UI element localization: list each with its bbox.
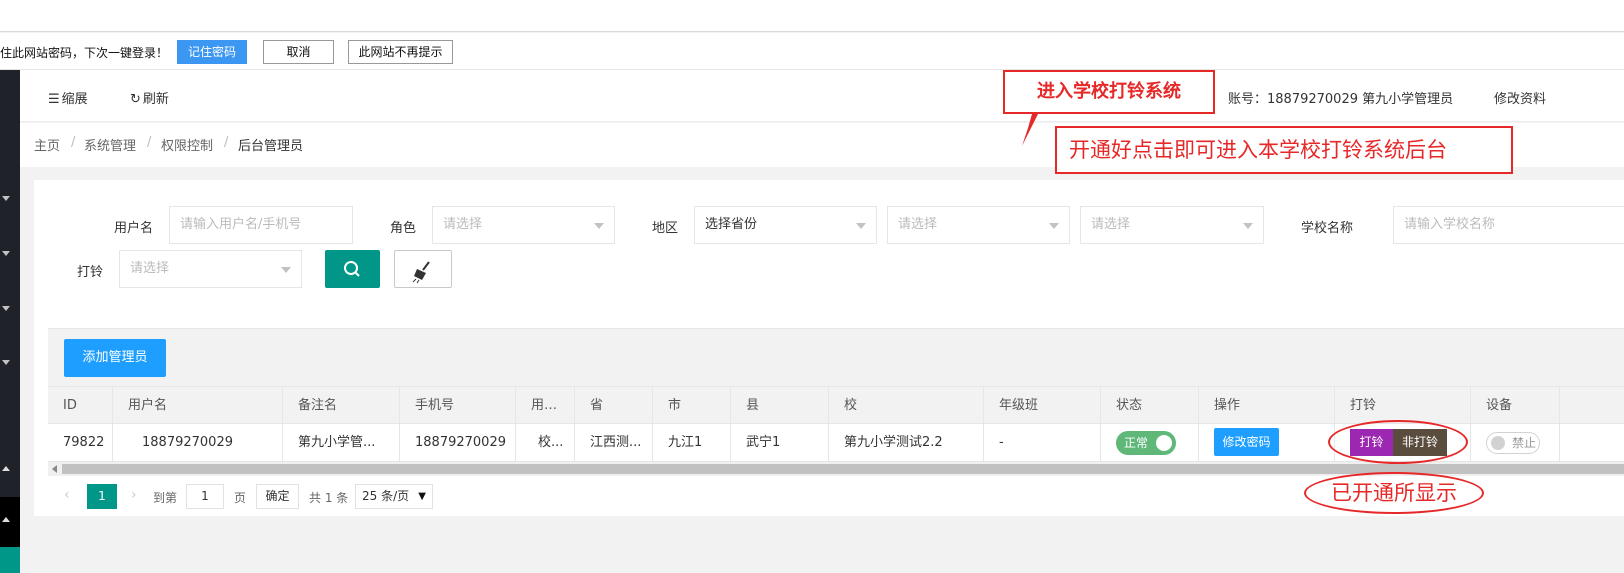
annotation-ring-circle [1328,420,1468,464]
switch-knob [1491,436,1505,450]
nav-collapse-icon [2,517,10,522]
cell-grade: - [984,424,1101,462]
nav-item-selected[interactable] [0,547,20,573]
chevron-down-icon [281,267,291,273]
status-switch[interactable]: 正常 [1116,431,1176,455]
school-label: 学校名称 [1301,221,1354,236]
search-button[interactable] [325,250,380,288]
collapse-toggle[interactable]: ☰ 缩展 [48,88,88,107]
col-header-role: 用… [516,387,575,425]
region-label: 地区 [652,221,679,236]
role-select[interactable]: 请选择 [432,206,615,244]
breadcrumb-current: 后台管理员 [238,139,304,154]
remember-password-button[interactable]: 记住密码 [177,40,247,64]
enter-ring-system-button[interactable]: 进入学校打铃系统 [1003,70,1215,114]
goto-confirm-button[interactable]: 确定 [256,484,299,509]
breadcrumb-system[interactable]: 系统管理 [84,135,136,154]
col-header-username: 用户名 [113,387,283,425]
total-count: 共 1 条 [309,491,349,505]
col-header-device: 设备 [1471,387,1560,425]
account-info: 账号：18879270029 第九小学管理员 [1228,92,1454,107]
cell-city: 九江1 [653,424,731,462]
password-save-bar: 住此网站密码，下次一键登录！ 记住密码 取消 此网站不再提示 [0,33,1624,70]
col-header-phone: 手机号 [400,387,516,425]
next-page-icon[interactable]: › [131,487,137,503]
cell-school: 第九小学测试2.2 [829,424,984,462]
per-page-select[interactable]: 25 条/页 ▼ [355,484,433,509]
scroll-left-icon[interactable] [52,465,57,473]
breadcrumb-separator: / [147,135,152,150]
col-header-grade: 年级班 [984,387,1101,425]
col-header-county: 县 [731,387,829,425]
callout-arrow-icon [1022,114,1038,146]
side-nav [0,70,20,573]
ring-label: 打铃 [77,265,104,280]
col-header-city: 市 [653,387,731,425]
cell-username: 18879270029 [113,424,283,462]
nav-item-active[interactable] [0,497,20,547]
dropdown-arrow-icon: ▼ [418,491,426,502]
password-save-message: 住此网站密码，下次一键登录！ [0,46,169,60]
province-select[interactable]: 选择省份 [694,206,877,244]
top-header: ☰ 缩展 ↻ 刷新 账号：18879270029 第九小学管理员 修改资料 [20,70,1624,122]
cell-county: 武宁1 [731,424,829,462]
switch-knob [1156,435,1172,451]
never-prompt-button[interactable]: 此网站不再提示 [348,40,453,64]
clear-button[interactable] [394,250,452,288]
school-input[interactable]: 请输入学校名称 [1393,206,1624,244]
device-switch[interactable]: 禁止 [1486,432,1540,454]
add-admin-button[interactable]: 添加管理员 [64,339,166,377]
nav-expand-icon[interactable] [2,251,10,256]
nav-expand-icon[interactable] [2,360,10,365]
breadcrumb-separator: / [224,135,229,150]
col-header-id: ID [48,387,113,425]
cell-role: 校... [516,424,575,462]
cell-id: 79822 [48,424,113,462]
refresh-button[interactable]: ↻ 刷新 [130,88,169,107]
chevron-down-icon [1049,223,1059,229]
page-unit-label: 页 [234,491,247,505]
col-header-status: 状态 [1101,387,1199,425]
nav-collapse-icon[interactable] [2,466,10,471]
collapse-icon: ☰ [48,92,60,107]
username-label: 用户名 [114,221,154,236]
col-header-province: 省 [575,387,653,425]
col-header-school: 校 [829,387,984,425]
refresh-icon: ↻ [130,92,141,107]
username-input[interactable]: 请输入用户名/手机号 [169,206,353,244]
ring-select[interactable]: 请选择 [119,250,302,288]
chevron-down-icon [856,223,866,229]
edit-profile-link[interactable]: 修改资料 [1494,88,1546,107]
chevron-down-icon [1243,223,1253,229]
nav-expand-icon[interactable] [2,196,10,201]
breadcrumb-separator: / [71,135,76,150]
cell-province: 江西测... [575,424,653,462]
city-select[interactable]: 请选择 [887,206,1070,244]
change-password-button[interactable]: 修改密码 [1214,428,1279,456]
page-current[interactable]: 1 [87,484,117,509]
annotation-enter-system: 开通好点击即可进入本学校打铃系统后台 [1055,126,1513,174]
chevron-down-icon [594,223,604,229]
breadcrumb-permission[interactable]: 权限控制 [161,135,213,154]
browser-top-area [0,0,1624,32]
cell-phone: 18879270029 [400,424,516,462]
goto-label: 到第 [153,491,178,505]
breadcrumb-home[interactable]: 主页 [34,135,60,154]
annotation-enabled: 已开通所显示 [1304,472,1484,514]
goto-page-input[interactable]: 1 [186,484,224,509]
prev-page-icon[interactable]: ‹ [64,487,70,503]
broom-icon [412,261,430,284]
nav-expand-icon[interactable] [2,306,10,311]
cancel-button[interactable]: 取消 [263,40,334,64]
role-label: 角色 [390,221,417,236]
search-icon [344,261,360,277]
table-header: ID 用户名 备注名 手机号 用… 省 市 县 校 年级班 状态 操作 打铃 设… [48,386,1624,425]
col-header-op: 操作 [1199,387,1335,425]
county-select[interactable]: 请选择 [1080,206,1264,244]
cell-remark: 第九小学管... [283,424,400,462]
col-header-remark: 备注名 [283,387,400,425]
